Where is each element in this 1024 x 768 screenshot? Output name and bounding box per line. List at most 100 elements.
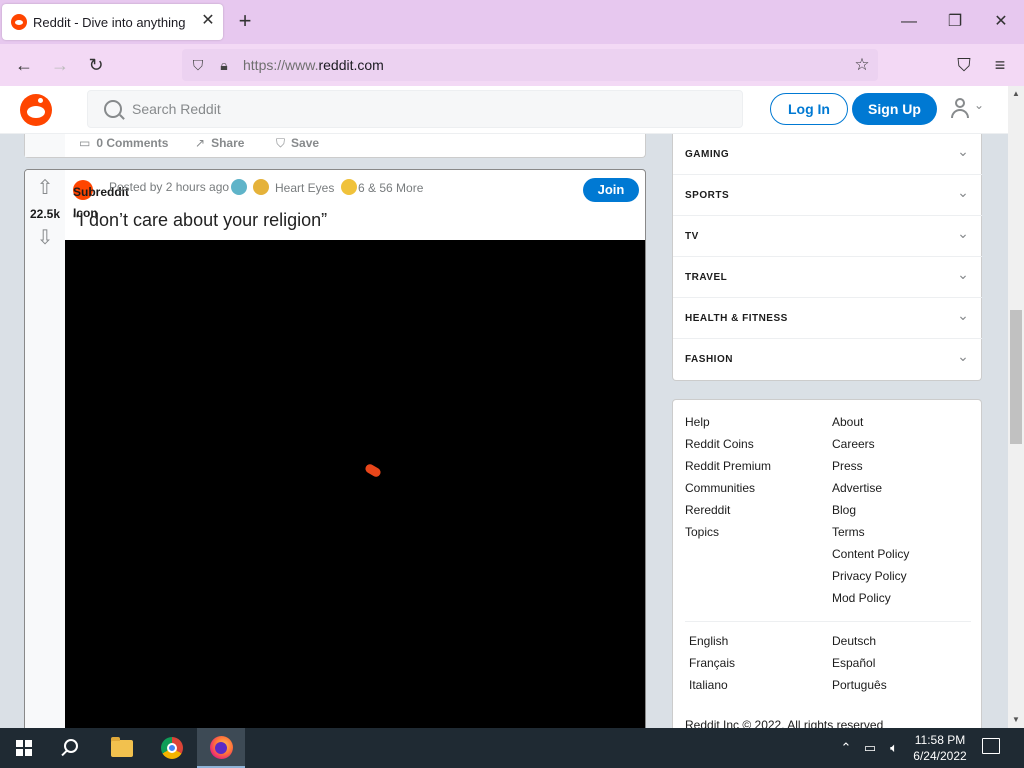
address-bar[interactable]: ⛉ 🔒︎ https://www.reddit.com ☆ (182, 49, 878, 81)
topic-row-sports[interactable]: SPORTS ⌄ (673, 175, 982, 216)
taskbar-search-button[interactable] (48, 728, 96, 768)
share-button[interactable]: ↗ Share (195, 136, 244, 150)
comments-button[interactable]: ▭ 0 Comments (79, 136, 168, 150)
award-icon[interactable] (231, 179, 247, 195)
share-icon: ↗ (195, 136, 206, 150)
close-tab-icon[interactable]: ✕ (198, 11, 218, 31)
vote-column: ⇧ 22.5k ⇩ (25, 170, 65, 728)
page-viewport: Log In Sign Up ⌄ ▭0 Comments ↗Share ⛉Sav… (0, 86, 1008, 728)
minimize-window-icon[interactable]: — (897, 10, 921, 34)
chevron-down-icon: ⌄ (957, 307, 969, 323)
back-arrow-icon[interactable]: ← (12, 53, 36, 77)
signup-button[interactable]: Sign Up (852, 93, 937, 125)
windows-logo-icon (16, 740, 32, 756)
chevron-down-icon: ⌄ (957, 348, 969, 364)
upvote-arrow-icon[interactable]: ⇧ (35, 178, 55, 198)
more-awards-label[interactable]: 6 & 56 More (358, 181, 423, 195)
start-button[interactable] (0, 728, 48, 768)
video-player[interactable] (65, 240, 645, 728)
footer-link-help[interactable]: Help (685, 415, 710, 429)
forward-arrow-icon[interactable]: → (48, 53, 72, 77)
chevron-down-icon: ⌄ (957, 266, 969, 282)
footer-link-about[interactable]: About (832, 415, 863, 429)
browser-tab-reddit[interactable]: Reddit - Dive into anything ✕ (2, 4, 223, 40)
footer-link-reddit-coins[interactable]: Reddit Coins (685, 437, 754, 451)
tracking-shield-icon[interactable]: ⛉ (190, 57, 206, 73)
browser-tab-strip: Reddit - Dive into anything ✕ + — ❐ ✕ (0, 0, 1024, 44)
chevron-down-icon: ⌄ (957, 143, 969, 159)
footer-link-topics[interactable]: Topics (685, 525, 719, 539)
language-english[interactable]: English (689, 634, 728, 648)
footer-link-press[interactable]: Press (832, 459, 863, 473)
reload-icon[interactable]: ↻ (84, 53, 108, 77)
search-input[interactable] (132, 99, 712, 119)
save-button[interactable]: ⛉ Save (276, 136, 319, 151)
url-text[interactable]: https://www.reddit.com (243, 57, 384, 73)
new-tab-plus-icon[interactable]: + (233, 10, 257, 34)
post-card[interactable]: ⇧ 22.5k ⇩ Subreddit Icon Posted by 2 hou… (24, 169, 646, 728)
footer-link-privacy-policy[interactable]: Privacy Policy (832, 569, 907, 583)
topic-row-health-fitness[interactable]: HEALTH & FITNESS ⌄ (673, 298, 982, 339)
firefox-button[interactable] (197, 728, 245, 768)
join-button[interactable]: Join (583, 178, 639, 202)
reddit-logo-icon[interactable] (20, 94, 52, 126)
topic-row-travel[interactable]: TRAVEL ⌄ (673, 257, 982, 298)
topic-row-gaming[interactable]: GAMING ⌄ (673, 134, 982, 175)
firefox-icon (210, 736, 233, 759)
scrollbar-thumb[interactable] (1010, 310, 1022, 444)
show-hidden-icons-chevron-icon[interactable]: ⌃ (838, 740, 854, 756)
vote-column (25, 134, 65, 157)
footer-link-mod-policy[interactable]: Mod Policy (832, 591, 891, 605)
chrome-button[interactable] (148, 728, 196, 768)
system-clock[interactable]: 11:58 PM 6/24/2022 (910, 732, 970, 764)
browser-navbar: ← → ↻ ⛉ 🔒︎ https://www.reddit.com ☆ ⛉ ≡ (0, 44, 1024, 86)
lock-icon[interactable]: 🔒︎ (216, 57, 232, 73)
login-button[interactable]: Log In (770, 93, 848, 125)
file-explorer-button[interactable] (98, 728, 146, 768)
footer-link-advertise[interactable]: Advertise (832, 481, 882, 495)
language-italiano[interactable]: Italiano (689, 678, 728, 692)
footer-link-careers[interactable]: Careers (832, 437, 875, 451)
language-portugues[interactable]: Português (832, 678, 887, 692)
gold-award-icon[interactable] (341, 179, 357, 195)
topics-card: GAMING ⌄ SPORTS ⌄ TV ⌄ TRAVEL ⌄ HEALTH &… (672, 134, 982, 381)
language-francais[interactable]: Français (689, 656, 735, 670)
reddit-favicon-icon (11, 14, 27, 30)
windows-taskbar: ⌃ ▭ 🔈︎ 11:58 PM 6/24/2022 (0, 728, 1024, 768)
bookmark-star-icon[interactable]: ☆ (852, 55, 872, 75)
footer-links-card: Help Reddit Coins Reddit Premium Communi… (672, 399, 982, 728)
footer-link-reddit-premium[interactable]: Reddit Premium (685, 459, 771, 473)
network-icon[interactable]: ▭ (862, 740, 878, 756)
footer-link-communities[interactable]: Communities (685, 481, 755, 495)
language-deutsch[interactable]: Deutsch (832, 634, 876, 648)
footer-link-blog[interactable]: Blog (832, 503, 856, 517)
topic-label: HEALTH & FITNESS (685, 313, 788, 324)
downvote-arrow-icon[interactable]: ⇩ (35, 228, 55, 248)
footer-link-content-policy[interactable]: Content Policy (832, 547, 909, 561)
scroll-down-arrow-icon[interactable]: ▼ (1008, 712, 1024, 728)
clock-date: 6/24/2022 (913, 749, 967, 763)
language-espanol[interactable]: Español (832, 656, 875, 670)
user-icon (950, 98, 970, 118)
page-scrollbar[interactable]: ▲ ▼ (1008, 86, 1024, 728)
award-label: Heart Eyes (275, 181, 335, 195)
post-title[interactable]: “I don’t care about your religion” (73, 210, 327, 231)
divider (685, 621, 971, 622)
notification-center-icon[interactable] (982, 738, 1000, 754)
footer-link-terms[interactable]: Terms (832, 525, 865, 539)
footer-link-rereddit[interactable]: Rereddit (685, 503, 730, 517)
restore-window-icon[interactable]: ❐ (943, 10, 967, 34)
volume-icon[interactable]: 🔈︎ (886, 740, 902, 756)
chrome-icon (161, 737, 183, 759)
topic-row-fashion[interactable]: FASHION ⌄ (673, 339, 982, 380)
user-dropdown[interactable]: ⌄ (948, 96, 988, 122)
heart-eyes-award-icon[interactable] (253, 179, 269, 195)
copyright-text: Reddit Inc © 2022. All rights reserved (685, 718, 884, 728)
posted-by: Posted by 2 hours ago (109, 180, 230, 194)
pocket-icon[interactable]: ⛉ (952, 53, 976, 77)
topic-row-tv[interactable]: TV ⌄ (673, 216, 982, 257)
scroll-up-arrow-icon[interactable]: ▲ (1008, 86, 1024, 102)
hamburger-menu-icon[interactable]: ≡ (988, 53, 1012, 77)
folder-icon (111, 737, 133, 757)
close-window-icon[interactable]: ✕ (989, 10, 1013, 34)
